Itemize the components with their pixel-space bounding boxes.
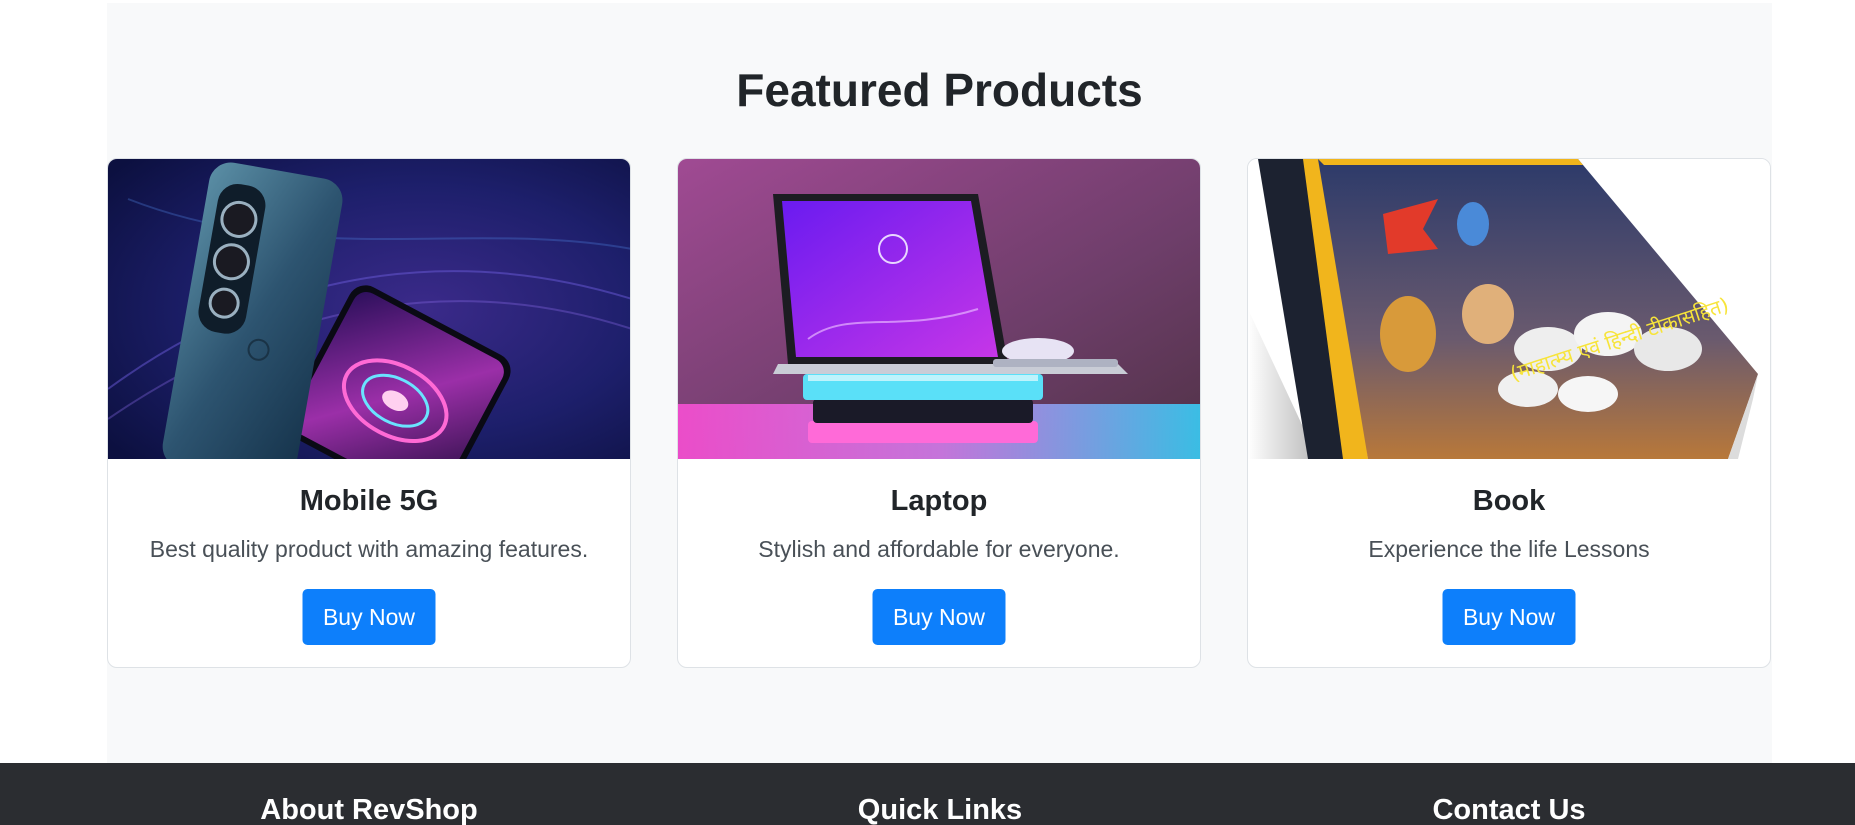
laptop-image: [678, 159, 1200, 459]
smartphone-image: [108, 159, 630, 459]
buy-now-button[interactable]: Buy Now: [872, 589, 1006, 645]
buy-now-button[interactable]: Buy Now: [1442, 589, 1576, 645]
section-title: Featured Products: [736, 64, 1143, 116]
site-footer: About RevShop Quick Links Contact Us: [0, 763, 1855, 825]
footer-heading-contact: Contact Us: [1432, 794, 1586, 825]
footer-heading-quick-links: Quick Links: [857, 794, 1023, 825]
featured-products-section: Featured Products Mobile 5G Best quality…: [107, 3, 1772, 763]
product-card-book: (माहात्म्य एवं हिन्दी टीकासहित) Book Exp…: [1247, 158, 1771, 668]
product-description: Best quality product with amazing featur…: [149, 536, 589, 562]
product-description: Experience the life Lessons: [1368, 536, 1650, 562]
product-name: Laptop: [890, 485, 988, 517]
product-name: Book: [1472, 485, 1546, 517]
footer-heading-about: About RevShop: [260, 794, 478, 825]
book-image: (माहात्म्य एवं हिन्दी टीकासहित): [1248, 159, 1770, 459]
product-name: Mobile 5G: [299, 485, 439, 517]
buy-now-button[interactable]: Buy Now: [302, 589, 436, 645]
product-description: Stylish and affordable for everyone.: [758, 536, 1120, 562]
product-card-mobile: Mobile 5G Best quality product with amaz…: [107, 158, 631, 668]
product-card-laptop: Laptop Stylish and affordable for everyo…: [677, 158, 1201, 668]
